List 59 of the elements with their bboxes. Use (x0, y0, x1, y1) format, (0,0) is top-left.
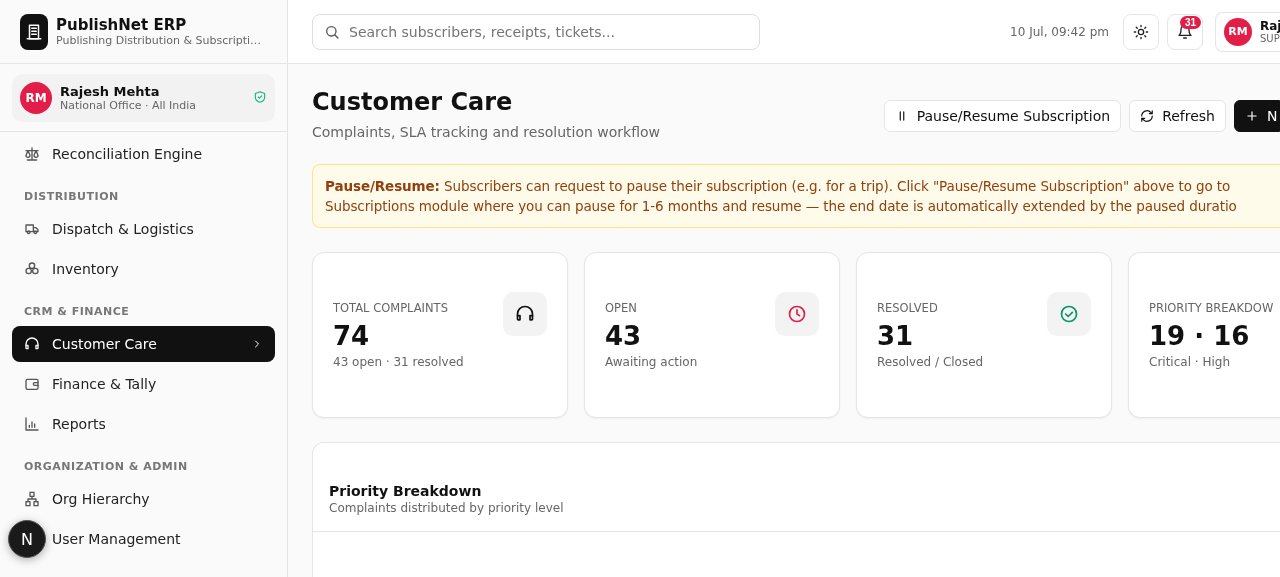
theme-toggle-button[interactable] (1123, 13, 1159, 50)
hierarchy-icon (24, 491, 40, 507)
nav-item[interactable]: Finance & Tally (12, 366, 275, 402)
stat-value: 74 (333, 321, 371, 351)
nav-item[interactable]: Customer Care (12, 326, 275, 362)
plus-icon (1245, 109, 1259, 123)
notification-count: 31 (1179, 15, 1201, 29)
nav-section-heading: ORGANIZATION & ADMIN (23, 459, 189, 475)
nav-item[interactable]: Org Hierarchy (12, 481, 275, 517)
search-icon (324, 23, 340, 40)
user-avatar: RM (20, 82, 52, 114)
user-name: Rajesh Mehta (60, 84, 161, 99)
bar-chart-icon (24, 416, 40, 432)
panel-title: Priority Breakdown (329, 483, 483, 499)
user-menu[interactable]: RM Raj SUP (1215, 11, 1280, 52)
app-name: PublishNet ERP (56, 16, 188, 34)
stat-label: TOTAL COMPLAINTS (333, 301, 449, 315)
stat-value: 43 (605, 321, 643, 351)
user-name: Raj (1260, 18, 1280, 33)
info-banner: Pause/Resume: Subscribers can request to pause their subscription (e.g. for a trip). Click "Pause/Resume Subscription" above to go to Subscriptions module where you can pause for 1-6 months and resume — the end date is automatically extended by the paused duratio (312, 164, 1280, 228)
stat-label: RESOLVED (877, 301, 939, 315)
nav-item[interactable]: Dispatch & Logistics (12, 211, 275, 247)
user-avatar: RM (1224, 17, 1252, 46)
stat-value: 31 (877, 321, 915, 351)
stat-label: OPEN (605, 301, 638, 315)
panel-subtitle: Complaints distributed by priority level (329, 501, 565, 515)
nav-item[interactable]: Reconciliation Engine (12, 136, 275, 172)
shield-check-icon (253, 89, 267, 104)
refresh-icon (1140, 109, 1155, 123)
page-subtitle: Complaints, SLA tracking and resolution workflow (312, 124, 661, 140)
notifications-button[interactable]: 31 (1167, 13, 1203, 50)
page-title: Customer Care (312, 88, 514, 116)
building-glyph (25, 22, 43, 41)
stat-label: PRIORITY BREAKDOW (1149, 301, 1275, 315)
date-time: 10 Jul, 09:42 pm (1010, 24, 1109, 39)
user-office: National Office · All India (60, 99, 198, 112)
boxes-icon (24, 261, 40, 277)
floating-dev-menu[interactable]: N (8, 520, 46, 558)
nav-item[interactable]: Reports (12, 406, 275, 442)
stat-note: 43 open · 31 resolved (333, 355, 465, 369)
nav-section-heading: DISTRIBUTION (23, 189, 120, 205)
stat-value: 19 · 16 (1149, 321, 1251, 351)
pause-resume-button[interactable]: Pause/Resume Subscription (883, 100, 1122, 132)
wallet-icon (24, 376, 40, 392)
stat-note: Critical · High (1149, 355, 1231, 369)
new-button[interactable]: N (1234, 100, 1280, 132)
user-role: SUP (1260, 32, 1280, 45)
nav-item[interactable]: Inventory (12, 251, 275, 287)
stat-note: Resolved / Closed (877, 355, 985, 369)
scale-icon (24, 146, 40, 162)
refresh-button[interactable]: Refresh (1129, 100, 1226, 132)
sun-icon (1133, 23, 1149, 40)
app-tagline: Publishing Distribution & Subscripti… (56, 34, 262, 47)
nav-section-heading: CRM & FINANCE (23, 304, 131, 320)
headset-icon (24, 336, 40, 352)
user-card[interactable]: RM Rajesh Mehta National Office · All India (12, 74, 275, 122)
search-field[interactable]: Search subscribers, receipts, tickets... (312, 13, 760, 50)
truck-icon (24, 221, 40, 237)
stat-note: Awaiting action (605, 355, 699, 369)
